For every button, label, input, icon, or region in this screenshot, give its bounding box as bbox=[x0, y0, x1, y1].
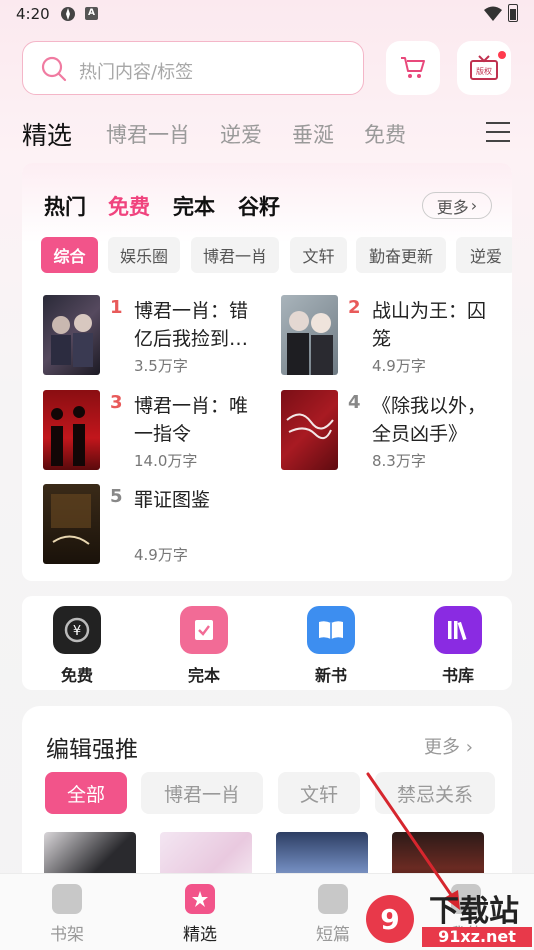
notification-dot bbox=[498, 51, 506, 59]
chip-all[interactable]: 综合 bbox=[41, 237, 98, 273]
cart-button[interactable] bbox=[386, 41, 440, 95]
app-status-icon bbox=[61, 7, 75, 21]
library-icon bbox=[434, 606, 482, 654]
quick-new[interactable]: 新书 bbox=[291, 606, 371, 686]
quick-label: 新书 bbox=[314, 666, 347, 685]
copyright-button[interactable]: 版权 bbox=[457, 41, 511, 95]
svg-text:9: 9 bbox=[380, 903, 399, 936]
book-word-count: 4.9万字 bbox=[134, 546, 188, 564]
open-book-icon bbox=[307, 606, 355, 654]
svg-text:¥: ¥ bbox=[73, 624, 81, 639]
nav-label: 书架 bbox=[50, 925, 84, 945]
short-story-icon bbox=[318, 884, 348, 914]
book-word-count: 4.9万字 bbox=[372, 357, 426, 375]
search-icon bbox=[41, 56, 67, 82]
editor-more-link[interactable]: 更多 › bbox=[424, 733, 473, 759]
ranking-panel: 热门 免费 完本 谷籽 更多 › 综合 娱乐圈 博君一肖 文轩 勤奋更新 逆爱 … bbox=[22, 163, 512, 581]
tab-bojun[interactable]: 博君一肖 bbox=[106, 119, 190, 149]
editor-chip-bojun[interactable]: 博君一肖 bbox=[141, 772, 263, 814]
status-time: 4:20 bbox=[16, 5, 50, 23]
quick-label: 完本 bbox=[187, 666, 220, 685]
book-word-count: 8.3万字 bbox=[372, 452, 426, 470]
chip-entertainment[interactable]: 娱乐圈 bbox=[108, 237, 180, 273]
channel-tabs: 精选 博君一肖 逆爱 垂涎 免费 bbox=[22, 116, 522, 156]
tab-chuixian[interactable]: 垂涎 bbox=[292, 119, 334, 149]
quick-complete[interactable]: 完本 bbox=[164, 606, 244, 686]
nav-bookshelf[interactable]: 书架 bbox=[27, 884, 107, 945]
rank-number: 3 bbox=[110, 392, 123, 413]
svg-text:下载站: 下载站 bbox=[429, 894, 519, 929]
nav-label: 精选 bbox=[183, 925, 217, 945]
quick-library[interactable]: 书库 bbox=[418, 606, 498, 686]
search-placeholder: 热门内容/标签 bbox=[79, 62, 194, 83]
rank-number: 4 bbox=[348, 392, 361, 413]
star-icon bbox=[185, 884, 215, 914]
copyright-label: 版权 bbox=[476, 66, 492, 76]
bookshelf-icon bbox=[52, 884, 82, 914]
svg-text:91xz.net: 91xz.net bbox=[438, 927, 516, 946]
book-title: 罪证图鉴 bbox=[134, 489, 211, 511]
watermark-logo: 9 下载站 91xz.net bbox=[362, 887, 534, 950]
chevron-right-icon: › bbox=[465, 737, 473, 758]
cat-goods[interactable]: 谷籽 bbox=[238, 191, 280, 221]
book-title: 博君一肖：唯一指令 bbox=[134, 395, 249, 445]
yuan-icon: ¥ bbox=[53, 606, 101, 654]
rank-number: 2 bbox=[348, 297, 361, 318]
hot-more-button[interactable]: 更多 › bbox=[422, 192, 492, 219]
book-cover bbox=[281, 295, 338, 375]
nav-label: 短篇 bbox=[316, 925, 350, 945]
notification-a-icon: A bbox=[85, 7, 98, 20]
chip-wenxuan[interactable]: 文轩 bbox=[290, 237, 347, 273]
book-cover bbox=[43, 390, 100, 470]
check-book-icon bbox=[180, 606, 228, 654]
book-item-4[interactable]: 4 《除我以外，全员凶手》 8.3万字 bbox=[281, 390, 511, 474]
book-item-5[interactable]: 5 罪证图鉴 4.9万字 bbox=[43, 484, 273, 568]
chip-updating[interactable]: 勤奋更新 bbox=[356, 237, 446, 273]
book-cover bbox=[43, 295, 100, 375]
editor-chip-wenxuan[interactable]: 文轩 bbox=[278, 772, 360, 814]
cat-complete[interactable]: 完本 bbox=[173, 191, 215, 221]
rank-number: 1 bbox=[110, 297, 123, 318]
chip-niai[interactable]: 逆爱 bbox=[456, 237, 512, 273]
chip-bojun[interactable]: 博君一肖 bbox=[191, 237, 279, 273]
book-word-count: 3.5万字 bbox=[134, 357, 188, 375]
book-title: 博君一肖：错亿后我捡到… bbox=[134, 300, 249, 350]
tv-icon: 版权 bbox=[470, 55, 498, 80]
rank-number: 5 bbox=[110, 486, 123, 507]
quick-label: 免费 bbox=[60, 666, 93, 685]
book-item-1[interactable]: 1 博君一肖：错亿后我捡到… 3.5万字 bbox=[43, 295, 273, 379]
status-bar: 4:20 A bbox=[0, 0, 534, 30]
book-item-2[interactable]: 2 战山为王：囚笼 4.9万字 bbox=[281, 295, 511, 379]
search-bar[interactable]: 热门内容/标签 bbox=[22, 41, 364, 95]
quick-free[interactable]: ¥ 免费 bbox=[37, 606, 117, 686]
editor-chip-all[interactable]: 全部 bbox=[45, 772, 127, 814]
tab-niai[interactable]: 逆爱 bbox=[220, 119, 262, 149]
tab-featured[interactable]: 精选 bbox=[22, 116, 72, 152]
hot-more-label: 更多 bbox=[436, 197, 469, 217]
book-cover bbox=[281, 390, 338, 470]
editor-title: 编辑强推 bbox=[46, 737, 138, 763]
chevron-right-icon: › bbox=[470, 196, 478, 215]
book-title: 《除我以外，全员凶手》 bbox=[372, 395, 487, 445]
battery-icon bbox=[508, 4, 518, 22]
quick-links: ¥ 免费 完本 新书 书库 bbox=[22, 596, 512, 690]
book-word-count: 14.0万字 bbox=[134, 452, 198, 470]
cart-icon bbox=[401, 57, 425, 78]
nav-featured[interactable]: 精选 bbox=[160, 884, 240, 945]
quick-label: 书库 bbox=[441, 666, 474, 685]
book-cover bbox=[43, 484, 100, 564]
menu-icon[interactable] bbox=[486, 122, 510, 144]
book-title: 战山为王：囚笼 bbox=[372, 300, 487, 350]
wifi-icon bbox=[484, 6, 502, 21]
cat-hot[interactable]: 热门 bbox=[44, 191, 86, 221]
tab-free[interactable]: 免费 bbox=[364, 119, 406, 149]
cat-free[interactable]: 免费 bbox=[108, 191, 150, 221]
book-item-3[interactable]: 3 博君一肖：唯一指令 14.0万字 bbox=[43, 390, 273, 474]
